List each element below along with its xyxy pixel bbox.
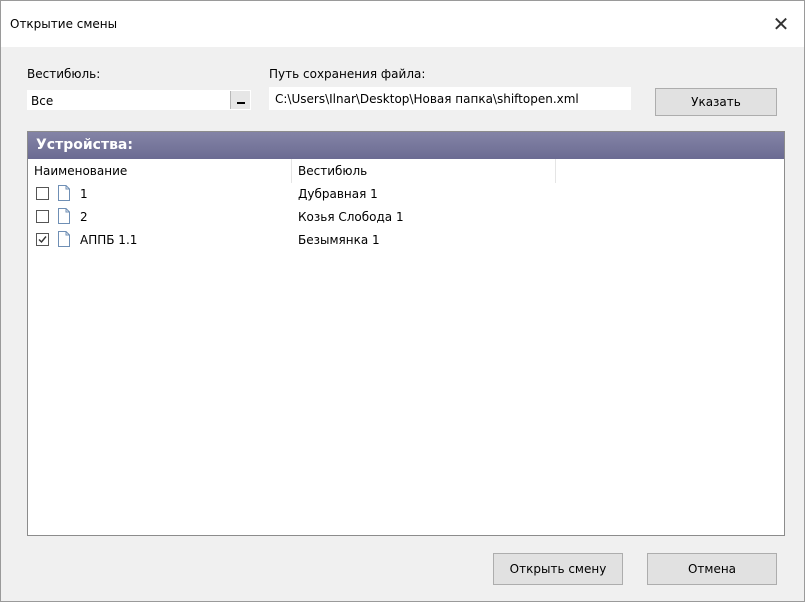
title-bar: Открытие смены ✕ xyxy=(1,1,804,47)
column-header-vestibule[interactable]: Вестибюль xyxy=(292,159,556,183)
document-icon xyxy=(58,208,70,224)
device-name: 1 xyxy=(80,187,88,201)
file-path-field[interactable]: C:\Users\Ilnar\Desktop\Новая папка\shift… xyxy=(269,87,631,110)
device-vestibule: Козья Слобода 1 xyxy=(298,210,404,224)
list-item[interactable]: 1 Дубравная 1 xyxy=(28,184,784,206)
cancel-button[interactable]: Отмена xyxy=(647,553,777,585)
vestibule-dropdown[interactable]: Все xyxy=(27,90,251,110)
dropdown-arrow-button[interactable] xyxy=(230,91,250,109)
list-item[interactable]: 2 Козья Слобода 1 xyxy=(28,207,784,229)
vestibule-label: Вестибюль: xyxy=(27,67,101,81)
devices-panel: Устройства: Наименование Вестибюль 1 Дуб… xyxy=(27,131,785,536)
column-header-name[interactable]: Наименование xyxy=(28,159,292,183)
close-icon: ✕ xyxy=(772,12,790,36)
column-header-empty xyxy=(556,159,784,183)
devices-header: Устройства: xyxy=(28,132,784,159)
dialog-window: Открытие смены ✕ Вестибюль: Все Путь сох… xyxy=(0,0,805,602)
window-title: Открытие смены xyxy=(10,17,118,31)
device-vestibule: Дубравная 1 xyxy=(298,187,378,201)
chevron-down-icon xyxy=(236,102,245,104)
open-shift-button[interactable]: Открыть смену xyxy=(493,553,623,585)
device-vestibule: Безымянка 1 xyxy=(298,233,380,247)
browse-button[interactable]: Указать xyxy=(655,88,777,116)
devices-list[interactable]: Наименование Вестибюль 1 Дубравная 1 2 К… xyxy=(28,159,784,535)
document-icon xyxy=(58,185,70,201)
file-path-value: C:\Users\Ilnar\Desktop\Новая папка\shift… xyxy=(275,92,579,106)
device-checkbox[interactable] xyxy=(36,210,49,223)
vestibule-selected-value: Все xyxy=(31,94,54,108)
list-item[interactable]: АППБ 1.1 Безымянка 1 xyxy=(28,230,784,252)
device-checkbox-checked[interactable] xyxy=(36,233,49,246)
path-label: Путь сохранения файла: xyxy=(269,67,426,81)
close-button[interactable]: ✕ xyxy=(758,1,804,47)
device-name: 2 xyxy=(80,210,88,224)
checkmark-icon xyxy=(38,236,47,244)
device-name: АППБ 1.1 xyxy=(80,233,138,247)
device-checkbox[interactable] xyxy=(36,187,49,200)
document-icon xyxy=(58,231,70,247)
